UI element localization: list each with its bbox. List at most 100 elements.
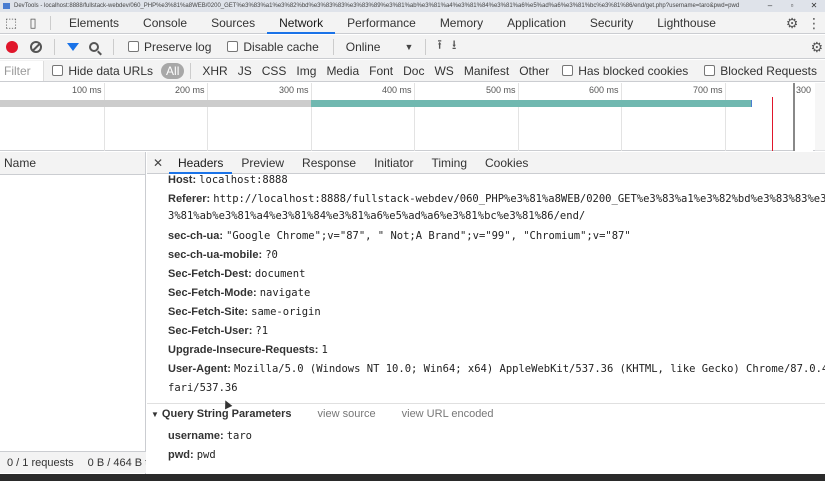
type-filter-img[interactable]: Img: [291, 64, 321, 78]
settings-gear-icon[interactable]: ⚙: [781, 15, 803, 32]
header-value: http://localhost:8888/fullstack-webdev/0…: [213, 193, 825, 205]
minimize-icon[interactable]: –: [759, 0, 781, 12]
throttling-select[interactable]: Online ▼: [346, 40, 414, 54]
search-icon[interactable]: [89, 41, 99, 52]
hide-data-urls-checkbox[interactable]: Hide data URLs: [52, 64, 153, 78]
header-key: Sec-Fetch-Mode:: [168, 287, 257, 299]
tab-application[interactable]: Application: [495, 12, 578, 34]
network-settings-gear-icon[interactable]: ⚙: [810, 39, 823, 56]
header-value: 1: [321, 344, 328, 356]
checkbox-box[interactable]: [227, 41, 239, 52]
header-row: sec-ch-ua: "Google Chrome";v="87", " Not…: [168, 230, 631, 242]
tab-security[interactable]: Security: [578, 12, 645, 34]
inspect-element-icon[interactable]: ⬚: [0, 12, 22, 34]
type-filter-other[interactable]: Other: [514, 64, 554, 78]
header-value: 3%81%ab%e3%81%a4%e3%81%84%e3%81%a6%e5%ad…: [168, 210, 586, 222]
header-value: document: [254, 268, 306, 280]
type-filter-js[interactable]: JS: [233, 64, 257, 78]
query-param-row: username: taro: [168, 430, 252, 442]
timeline-tick-label: 600 ms: [589, 85, 619, 95]
chevron-down-icon: ▼: [404, 41, 414, 52]
maximize-icon[interactable]: ▫: [781, 0, 803, 12]
header-value: ?1: [255, 325, 269, 337]
timeline-tick: [621, 83, 622, 151]
checkbox-box[interactable]: [562, 65, 574, 76]
timeline-tick: [414, 83, 415, 151]
type-filter-all[interactable]: All: [161, 62, 185, 79]
type-filter-font[interactable]: Font: [364, 64, 398, 78]
tab-network[interactable]: Network: [267, 12, 336, 34]
checkbox-box[interactable]: [52, 65, 64, 76]
devtools-tabbar: ⬚ ▯ Elements Console Sources Network Per…: [0, 12, 825, 34]
type-filter-css[interactable]: CSS: [257, 64, 292, 78]
header-value: Mozilla/5.0 (Windows NT 10.0; Win64; x64…: [234, 363, 825, 375]
header-row: Sec-Fetch-Mode: navigate: [168, 287, 310, 299]
timeline-tick-label: 400 ms: [382, 85, 412, 95]
type-filter-ws[interactable]: WS: [429, 64, 458, 78]
timeline-tick: [104, 83, 105, 151]
close-icon[interactable]: ✕: [147, 156, 169, 170]
type-filter-manifest[interactable]: Manifest: [459, 64, 514, 78]
timeline-tick: [518, 83, 519, 151]
clear-icon[interactable]: [30, 40, 42, 53]
more-options-icon[interactable]: ⋮: [803, 15, 825, 32]
triangle-down-icon[interactable]: ▼: [151, 410, 159, 419]
tab-memory[interactable]: Memory: [428, 12, 495, 34]
request-download-bar: [311, 100, 752, 107]
throttling-value: Online: [345, 39, 381, 54]
header-key: Sec-Fetch-User:: [168, 325, 253, 337]
name-column-header[interactable]: Name: [0, 152, 145, 175]
tab-cookies[interactable]: Cookies: [476, 152, 537, 174]
timeline-window-handle[interactable]: 300: [793, 83, 813, 151]
tab-timing[interactable]: Timing: [422, 152, 476, 174]
transferred-size: 0 B / 464 B t: [87, 456, 146, 469]
header-row: sec-ch-ua-mobile: ?0: [168, 249, 278, 261]
checkbox-box[interactable]: [128, 41, 139, 52]
tab-elements[interactable]: Elements: [57, 12, 131, 34]
header-row-continued: 3%81%ab%e3%81%a4%e3%81%84%e3%81%a6%e5%ad…: [168, 210, 585, 222]
filter-bar: Filter Hide data URLs All XHR JS CSS Img…: [0, 60, 825, 82]
export-har-icon[interactable]: ⭳: [452, 36, 457, 58]
header-value: same-origin: [251, 306, 321, 318]
disable-cache-checkbox[interactable]: Disable cache: [227, 39, 319, 54]
header-key: Upgrade-Insecure-Requests:: [168, 344, 319, 356]
timeline-tick-label: 100 ms: [72, 85, 102, 95]
network-toolbar: Preserve log Disable cache Online ▼ ⭱ ⭳ …: [0, 35, 825, 59]
param-key: username:: [168, 430, 224, 442]
disable-cache-label: Disable cache: [243, 39, 319, 54]
tab-console[interactable]: Console: [131, 12, 199, 34]
filter-input[interactable]: Filter: [0, 60, 45, 81]
view-source-link[interactable]: view source: [318, 408, 376, 420]
device-toolbar-icon[interactable]: ▯: [22, 12, 44, 34]
tab-sources[interactable]: Sources: [199, 12, 267, 34]
header-value: localhost:8888: [199, 174, 288, 186]
record-icon[interactable]: [6, 40, 18, 53]
window-titlebar: DevTools - localhost:8888/fullstack-webd…: [0, 0, 825, 12]
close-window-icon[interactable]: ✕: [803, 0, 825, 12]
filter-icon[interactable]: [67, 42, 79, 51]
request-detail-tabs: ✕ Headers Preview Response Initiator Tim…: [147, 152, 825, 174]
tab-headers[interactable]: Headers: [169, 152, 233, 174]
query-string-section-header[interactable]: ▼ Query String Parameters view source vi…: [151, 408, 520, 420]
import-har-icon[interactable]: ⭱: [437, 36, 442, 58]
view-url-encoded-link[interactable]: view URL encoded: [402, 408, 494, 420]
blocked-requests-checkbox[interactable]: Blocked Requests: [704, 64, 817, 78]
timeline-tick-label: 500 ms: [486, 85, 516, 95]
header-row: Referer: http://localhost:8888/fullstack…: [168, 193, 825, 205]
checkbox-box[interactable]: [704, 65, 716, 76]
has-blocked-cookies-checkbox[interactable]: Has blocked cookies: [562, 64, 688, 78]
preserve-log-checkbox[interactable]: Preserve log: [128, 40, 211, 54]
tab-performance[interactable]: Performance: [335, 12, 428, 34]
type-filter-media[interactable]: Media: [321, 64, 364, 78]
type-filter-xhr[interactable]: XHR: [197, 64, 232, 78]
header-row: User-Agent: Mozilla/5.0 (Windows NT 10.0…: [168, 363, 825, 375]
has-blocked-cookies-label: Has blocked cookies: [578, 63, 689, 78]
tab-initiator[interactable]: Initiator: [365, 152, 422, 174]
network-overview-timeline[interactable]: 100 ms 200 ms 300 ms 400 ms 500 ms 600 m…: [0, 83, 825, 151]
tab-lighthouse[interactable]: Lighthouse: [645, 12, 728, 34]
tab-preview[interactable]: Preview: [232, 152, 293, 174]
tab-response[interactable]: Response: [293, 152, 365, 174]
type-filter-doc[interactable]: Doc: [398, 64, 429, 78]
requests-list-pane: Name: [0, 152, 146, 474]
param-value: pwd: [196, 449, 216, 461]
